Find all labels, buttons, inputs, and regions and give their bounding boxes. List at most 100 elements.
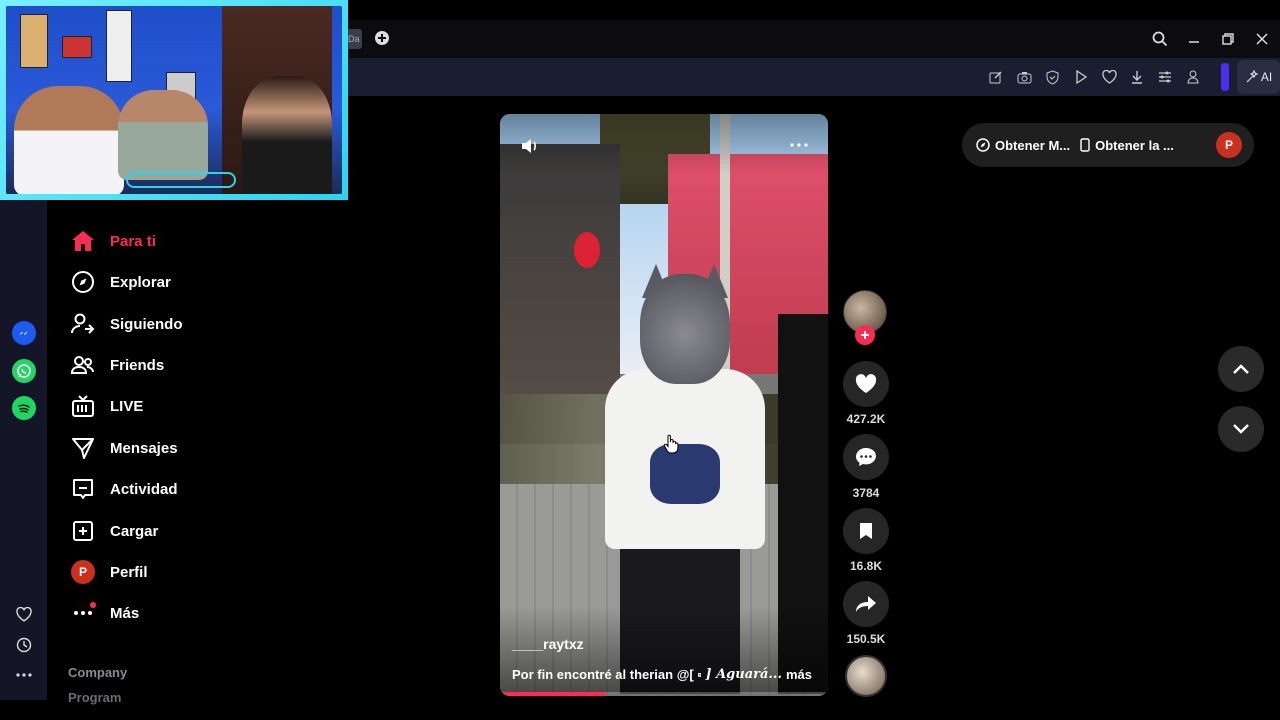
heart-outline-icon xyxy=(1101,70,1117,84)
video-options-button[interactable] xyxy=(790,136,808,147)
compass-icon xyxy=(976,138,990,152)
ai-label: AI xyxy=(1260,70,1273,84)
webcam-hud-frame xyxy=(126,172,236,188)
nav-label: Más xyxy=(110,604,140,622)
video-player[interactable]: ____raytxz Por fin encontré al therian @… xyxy=(500,114,828,696)
shield-icon xyxy=(1046,69,1058,85)
nav-para-ti[interactable]: Para ti xyxy=(70,226,156,256)
like-button[interactable] xyxy=(843,361,889,407)
share-button[interactable] xyxy=(843,581,889,627)
plus-icon xyxy=(861,331,869,339)
minimize-icon xyxy=(1189,41,1199,43)
favorites-button[interactable] xyxy=(1100,68,1118,86)
camera-icon xyxy=(1017,71,1031,83)
nav-friends[interactable]: Friends xyxy=(70,350,164,380)
sound-disc[interactable] xyxy=(845,655,887,697)
edit-button[interactable] xyxy=(987,68,1005,86)
history-button[interactable] xyxy=(12,633,36,657)
more-dots-icon xyxy=(16,673,32,677)
get-app-button[interactable]: Obtener M... xyxy=(976,138,1070,153)
easy-setup-button[interactable] xyxy=(1156,68,1174,86)
caption-more-button[interactable]: más xyxy=(786,667,812,682)
nav-label: Siguiendo xyxy=(110,315,183,333)
upload-icon xyxy=(70,518,96,544)
edit-icon xyxy=(989,71,1002,84)
nav-label: Explorar xyxy=(110,273,171,291)
nav-label: Actividad xyxy=(110,480,178,498)
person xyxy=(14,86,124,194)
nav-cargar[interactable]: Cargar xyxy=(70,516,158,546)
volume-button[interactable] xyxy=(520,136,540,156)
video-top-gradient xyxy=(500,114,828,174)
share-icon xyxy=(856,596,876,612)
more-dots-icon xyxy=(790,143,808,147)
user-icon xyxy=(1187,70,1199,84)
vpn-button[interactable] xyxy=(1043,68,1061,86)
messenger-app[interactable] xyxy=(12,321,36,345)
downloads-button[interactable] xyxy=(1128,68,1146,86)
favorites-panel-button[interactable] xyxy=(12,602,36,626)
footer-company-link[interactable]: Company xyxy=(68,665,127,680)
new-tab-button[interactable] xyxy=(373,30,391,48)
pin-emoji-icon xyxy=(697,672,702,677)
get-desktop-button[interactable]: Obtener la ... xyxy=(1080,138,1174,153)
poster xyxy=(106,10,132,82)
sliders-icon xyxy=(1159,71,1171,83)
video-scene-mask xyxy=(640,274,730,384)
caption-text: Por fin encontré al therian @[ xyxy=(512,667,694,682)
account-button[interactable] xyxy=(1184,68,1202,86)
sidebar-more-button[interactable] xyxy=(12,663,36,687)
next-video-button[interactable] xyxy=(1218,406,1264,452)
whatsapp-app[interactable] xyxy=(12,359,36,383)
minimize-button[interactable] xyxy=(1183,28,1205,50)
search-icon xyxy=(1152,31,1168,47)
screenshot-button[interactable] xyxy=(1015,68,1033,86)
nav-label: Perfil xyxy=(110,563,148,581)
player-button[interactable] xyxy=(1072,68,1090,86)
search-button[interactable] xyxy=(1149,28,1171,50)
live-icon xyxy=(70,393,96,419)
profile-avatar-letter: P xyxy=(71,560,95,584)
caption-tail: ] Aguará... xyxy=(705,667,782,682)
nav-actividad[interactable]: Actividad xyxy=(70,474,178,504)
account-avatar[interactable]: P xyxy=(1216,132,1242,158)
restore-button[interactable] xyxy=(1217,28,1239,50)
whatsapp-icon xyxy=(17,364,31,378)
close-icon xyxy=(1256,33,1268,45)
previous-video-button[interactable] xyxy=(1218,346,1264,392)
poster xyxy=(20,14,48,68)
heart-icon xyxy=(855,374,877,393)
nav-live[interactable]: LIVE xyxy=(70,391,143,421)
nav-label: Friends xyxy=(110,356,165,374)
spotify-app[interactable] xyxy=(12,396,36,420)
nav-perfil[interactable]: P Perfil xyxy=(70,557,148,587)
comment-button[interactable] xyxy=(843,434,889,480)
browser-tab[interactable]: Da xyxy=(346,29,362,49)
nav-explorar[interactable]: Explorar xyxy=(70,267,171,297)
close-button[interactable] xyxy=(1251,28,1273,50)
messages-icon xyxy=(70,435,96,461)
nav-label: Cargar xyxy=(110,522,159,540)
accent-marker xyxy=(1221,63,1229,91)
follow-button[interactable] xyxy=(855,325,875,345)
heart-outline-icon xyxy=(16,606,32,622)
bookmark-icon xyxy=(860,523,872,539)
footer-program-link[interactable]: Program xyxy=(68,690,121,705)
nav-label: Para ti xyxy=(110,232,156,250)
nav-siguiendo[interactable]: Siguiendo xyxy=(70,309,183,339)
chevron-down-icon xyxy=(1233,424,1249,434)
video-progress-bar[interactable] xyxy=(500,692,828,696)
friends-icon xyxy=(70,352,96,378)
messenger-icon xyxy=(19,331,28,335)
ai-button[interactable]: AI xyxy=(1237,60,1280,94)
webcam-overlay xyxy=(0,0,348,200)
comment-count: 3784 xyxy=(852,486,880,500)
chevron-up-icon xyxy=(1233,364,1249,374)
video-progress-fill xyxy=(500,692,605,696)
volume-icon xyxy=(522,139,536,153)
nav-mensajes[interactable]: Mensajes xyxy=(70,433,178,463)
video-author-link[interactable]: ____raytxz xyxy=(512,636,584,652)
nav-mas[interactable]: Más xyxy=(70,598,139,628)
save-button[interactable] xyxy=(843,508,889,554)
nav-label: LIVE xyxy=(110,397,144,415)
